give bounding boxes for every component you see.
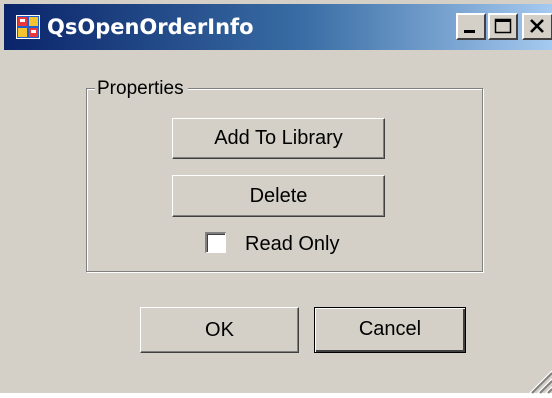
delete-button[interactable]: Delete [172,175,385,217]
maximize-icon [494,18,512,34]
maximize-button[interactable] [488,13,518,40]
properties-group-label: Properties [95,77,188,101]
close-icon [530,19,544,33]
resize-grip-icon[interactable] [526,367,552,394]
title-bar[interactable]: QsOpenOrderInfo [4,4,552,50]
app-window-icon[interactable] [16,15,40,39]
ok-button[interactable]: OK [140,307,299,353]
minimize-icon [464,30,475,33]
dialog-window: QsOpenOrderInfo Properties Add To Librar… [0,0,552,394]
minimize-button[interactable] [456,13,486,40]
read-only-checkbox[interactable] [205,232,226,253]
close-button[interactable] [522,13,552,40]
add-to-library-button[interactable]: Add To Library [172,118,385,159]
read-only-label[interactable]: Read Only [245,232,340,256]
cancel-button[interactable]: Cancel [314,307,466,353]
window-title: QsOpenOrderInfo [47,15,254,39]
